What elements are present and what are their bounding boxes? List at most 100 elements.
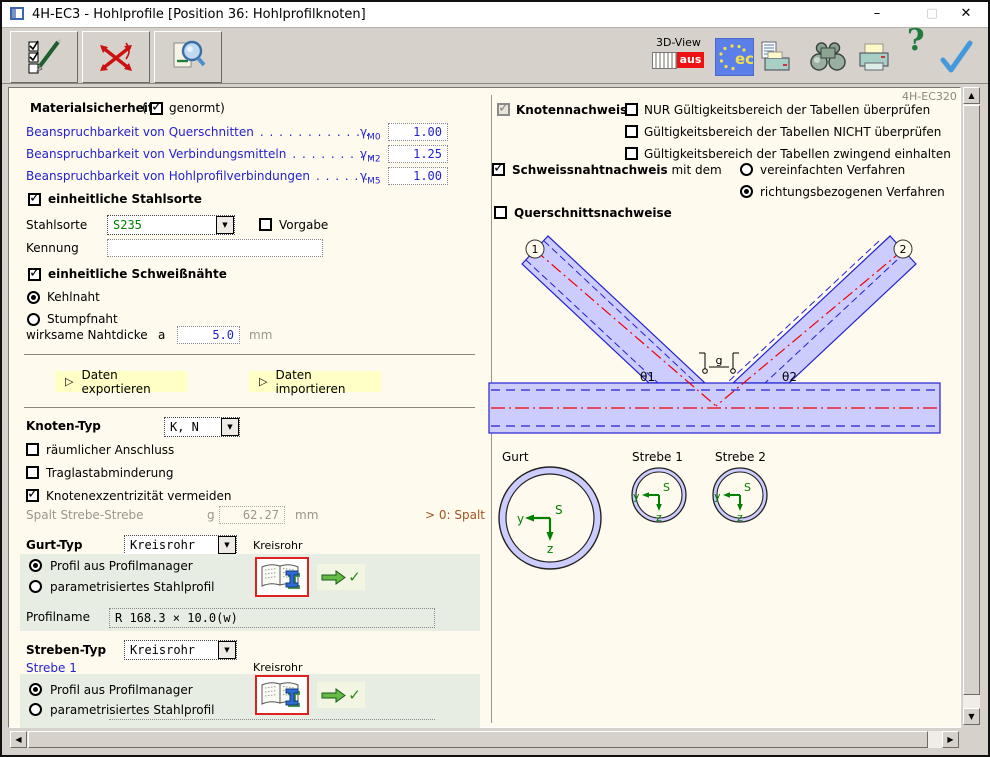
theta2-label: θ2 — [782, 370, 797, 384]
cross-sections: y S z y S z y S z — [487, 462, 957, 587]
import-button[interactable]: ▷ Daten importieren — [249, 371, 381, 392]
raeumlich-checkbox[interactable] — [26, 443, 39, 456]
streben-typ-heading: Streben-Typ — [26, 644, 106, 657]
check-icon: ✓ — [348, 686, 361, 704]
export-button[interactable]: ▷ Daten exportieren — [55, 371, 187, 392]
strebe-apply-box[interactable]: ✓ — [317, 682, 365, 708]
printer-icon — [857, 41, 891, 73]
kennung-label: Kennung — [26, 242, 79, 255]
knoten-typ-value: K, N — [165, 418, 221, 436]
confirm-button[interactable] — [938, 38, 974, 79]
strebe-parametrisch-radio[interactable] — [29, 703, 42, 716]
querschnittsnachweise-checkbox[interactable] — [494, 206, 507, 219]
vereinfacht-radio[interactable] — [740, 163, 753, 176]
gamma-m0-field[interactable]: 1.00 — [388, 123, 448, 141]
threed-toggle[interactable] — [652, 52, 677, 69]
binoculars-icon — [808, 40, 848, 72]
axis-s-label: S — [744, 481, 751, 494]
genormt-checkbox[interactable] — [150, 102, 163, 115]
help-button[interactable]: ? — [907, 34, 925, 47]
kennung-field[interactable] — [107, 239, 323, 257]
exzentrizitaet-checkbox[interactable] — [26, 489, 39, 502]
scroll-down-button[interactable]: ▼ — [963, 708, 980, 725]
knoten-typ-dropdown[interactable]: K, N ▼ — [164, 417, 240, 437]
scroll-up-button[interactable]: ▲ — [963, 87, 980, 104]
kn-option1-label: NUR Gültigkeitsbereich der Tabellen über… — [644, 104, 930, 117]
kn-option3-checkbox[interactable] — [625, 147, 638, 160]
richtungsbezogen-radio[interactable] — [740, 185, 753, 198]
strebe-profilmanager-button[interactable] — [255, 675, 309, 715]
scroll-right-button[interactable]: ▶ — [942, 731, 959, 748]
profilname-label: Profilname — [26, 611, 90, 624]
axis-z-label: z — [547, 542, 553, 556]
separator — [24, 354, 475, 355]
system-options-button[interactable] — [82, 31, 150, 83]
chevron-down-icon[interactable]: ▼ — [218, 641, 236, 659]
search-button[interactable] — [808, 40, 848, 75]
preview-button[interactable] — [154, 31, 222, 83]
stahlsorte-dropdown[interactable]: S235 ▼ — [107, 215, 235, 235]
chevron-down-icon[interactable]: ▼ — [221, 418, 239, 436]
gamma-row-label: Beanspruchbarkeit von Querschnitten. . .… — [26, 126, 371, 139]
axis-y-label: y — [633, 490, 640, 503]
gurt-profilmanager-button[interactable] — [255, 557, 309, 597]
strebe-profilmanager-radio[interactable] — [29, 683, 42, 696]
gurt-parametrisch-label: parametrisiertes Stahlprofil — [50, 581, 215, 594]
stahlsorte-label: Stahlsorte — [26, 219, 87, 232]
input-check-button[interactable] — [10, 31, 78, 83]
stumpfnaht-radio[interactable] — [27, 313, 40, 326]
streben-typ-dropdown[interactable]: Kreisrohr ▼ — [124, 640, 237, 660]
run-triangle-icon: ▷ — [65, 375, 73, 388]
spalt-unit: mm — [295, 509, 318, 522]
vorgabe-checkbox[interactable] — [259, 218, 272, 231]
nahtdicke-a-label: a — [158, 329, 165, 342]
separator — [24, 407, 475, 408]
nahtdicke-field[interactable]: 5.0 — [177, 326, 240, 344]
gamma-m2-field[interactable]: 1.25 — [388, 145, 448, 163]
gurt-parametrisch-radio[interactable] — [29, 580, 42, 593]
schweissnaehte-checkbox[interactable] — [28, 268, 41, 281]
confirm-check-icon — [938, 38, 974, 76]
profilname-field[interactable]: R 168.3 × 10.0(w) — [109, 608, 435, 628]
print-button[interactable] — [857, 41, 891, 76]
close-button[interactable]: ✕ — [954, 5, 978, 23]
module-code-label: 4H-EC320 — [902, 90, 957, 103]
kn-option1-checkbox[interactable] — [625, 103, 638, 116]
chevron-down-icon[interactable]: ▼ — [218, 536, 236, 554]
profile-book-icon — [259, 679, 305, 711]
spalt-label: Spalt Strebe-Strebe — [26, 509, 144, 522]
gurt-typ-value: Kreisrohr — [125, 536, 218, 554]
horizontal-scrollbar-thumb[interactable] — [28, 731, 928, 748]
title-bar: 4H-EC3 - Hohlprofile [Position 36: Hohlp… — [2, 2, 988, 28]
traglast-label: Traglastabminderung — [46, 467, 173, 480]
chevron-down-icon[interactable]: ▼ — [216, 216, 234, 234]
stahlsorte-checkbox[interactable] — [28, 193, 41, 206]
axis-z-label: z — [737, 511, 743, 524]
axis-s-label: S — [555, 503, 563, 517]
kehlnaht-radio[interactable] — [27, 291, 40, 304]
profile-book-icon — [259, 561, 305, 593]
gamma-m5-field[interactable]: 1.00 — [388, 167, 448, 185]
vertical-scrollbar-thumb[interactable] — [963, 105, 980, 695]
checklist-pen-icon — [25, 38, 63, 76]
strebe-profilmanager-label: Profil aus Profilmanager — [50, 684, 193, 697]
gurt-typ-dropdown[interactable]: Kreisrohr ▼ — [124, 535, 237, 555]
maximize-button[interactable]: ▢ — [920, 5, 944, 23]
check-icon: ✓ — [348, 568, 361, 586]
kn-option2-checkbox[interactable] — [625, 125, 638, 138]
nahtdicke-label: wirksame Nahtdicke — [26, 329, 148, 342]
minimize-button[interactable]: – — [865, 5, 889, 23]
strebe-parametrisch-label: parametrisiertes Stahlprofil — [50, 704, 215, 717]
eurocode-icon: ec — [715, 38, 754, 76]
gurt-profilmanager-radio[interactable] — [29, 559, 42, 572]
streben-typ-value: Kreisrohr — [125, 641, 218, 659]
print-list-button[interactable] — [759, 40, 795, 79]
gurt-apply-box[interactable]: ✓ — [317, 564, 365, 590]
traglast-checkbox[interactable] — [26, 466, 39, 479]
scroll-left-button[interactable]: ◀ — [10, 731, 27, 748]
threed-view-label: 3D-View — [656, 36, 701, 49]
ec-standard-button[interactable]: ec — [715, 38, 754, 79]
schweissnahtnachweis-checkbox[interactable] — [492, 163, 505, 176]
spalt-g-label: g — [207, 509, 215, 522]
member-1-number: 1 — [532, 243, 539, 256]
